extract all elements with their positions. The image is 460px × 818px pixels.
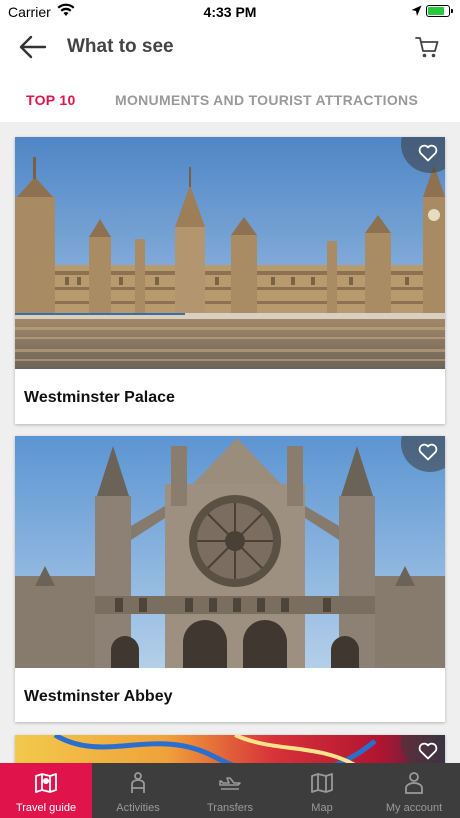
category-tabs: TOP 10 MONUMENTS AND TOURIST ATTRACTIONS — [0, 72, 460, 122]
heart-icon — [418, 144, 438, 162]
heart-icon — [418, 443, 438, 461]
attraction-name: Westminster Abbey — [24, 688, 173, 705]
battery-icon — [426, 5, 453, 17]
transfers-icon — [219, 777, 241, 790]
tabbar-activities[interactable]: Activities — [92, 763, 184, 818]
tabbar-map[interactable]: Map — [276, 763, 368, 818]
attraction-card-westminster-palace[interactable]: Westminster Palace — [15, 137, 445, 424]
status-bar: Carrier 4:33 PM — [0, 0, 460, 24]
activities-icon — [131, 772, 145, 793]
status-time: 4:33 PM — [203, 4, 257, 20]
account-icon — [405, 772, 423, 794]
page-title: What to see — [67, 36, 174, 57]
tab-monuments[interactable]: MONUMENTS AND TOURIST ATTRACTIONS — [115, 92, 418, 108]
tabbar-my-account[interactable]: My account — [368, 763, 460, 818]
tabbar-label: My account — [385, 802, 443, 814]
app-screen: Carrier 4:33 PM What to see TOP 10 MONUM… — [0, 0, 460, 818]
attraction-card-westminster-abbey[interactable]: Westminster Abbey — [15, 436, 445, 722]
tabbar-label: Activities — [116, 802, 160, 814]
bottom-tab-bar: Travel guide Activities Transfers Map My… — [0, 763, 460, 818]
tab-top-10[interactable]: TOP 10 — [26, 92, 76, 108]
cart-icon[interactable] — [414, 34, 440, 60]
map-icon — [311, 773, 333, 793]
attraction-name: Westminster Palace — [24, 389, 175, 406]
location-arrow-icon — [411, 5, 422, 16]
westminster-abbey-image — [15, 436, 445, 668]
heart-icon — [418, 742, 438, 760]
tabbar-travel-guide[interactable]: Travel guide — [0, 763, 92, 818]
tabbar-transfers[interactable]: Transfers — [184, 763, 276, 818]
map-icon — [35, 773, 57, 793]
tabbar-label: Travel guide — [15, 802, 77, 814]
back-arrow-icon[interactable] — [18, 34, 48, 60]
tabbar-label: Map — [311, 802, 333, 814]
westminster-palace-image — [15, 137, 445, 369]
top-header: What to see — [0, 24, 460, 72]
battery-level — [428, 7, 444, 15]
tabbar-label: Transfers — [206, 802, 254, 814]
